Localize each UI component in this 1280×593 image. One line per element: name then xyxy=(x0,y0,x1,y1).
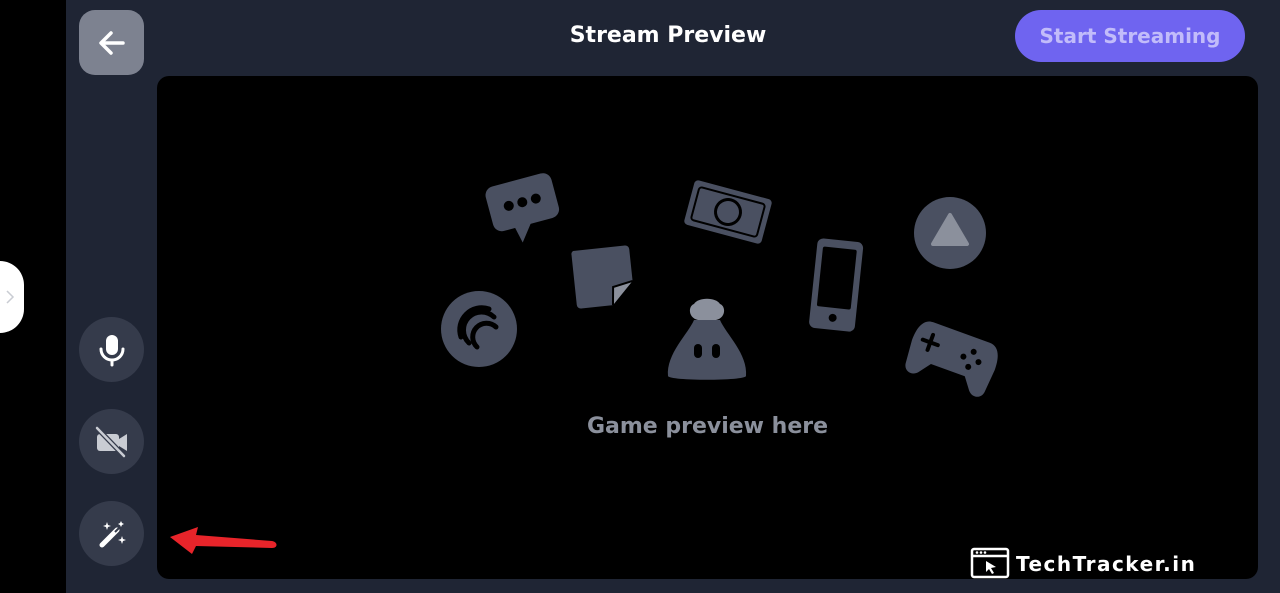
start-streaming-button[interactable]: Start Streaming xyxy=(1015,10,1245,62)
wifi-signal-icon xyxy=(441,291,517,367)
chat-bubble-icon xyxy=(485,173,560,243)
side-panel-handle[interactable] xyxy=(0,261,24,333)
smartphone-icon xyxy=(809,238,864,332)
play-triangle-icon xyxy=(914,197,986,269)
banknote-icon xyxy=(684,180,772,244)
effects-button[interactable] xyxy=(79,501,144,566)
annotation-arrow xyxy=(170,527,277,554)
sticker-icon xyxy=(571,245,633,309)
mascot-icon xyxy=(667,298,747,380)
magic-wand-icon xyxy=(99,520,126,547)
microphone-icon xyxy=(99,334,124,366)
microphone-button[interactable] xyxy=(79,317,144,382)
watermark-text: TechTracker.in xyxy=(1016,552,1197,576)
chevron-right-icon xyxy=(6,290,15,304)
camera-toggle-button[interactable] xyxy=(79,409,144,474)
browser-cursor-icon xyxy=(970,547,1010,579)
camera-off-icon xyxy=(94,425,127,458)
game-controller-icon xyxy=(905,321,998,397)
game-preview-label: Game preview here xyxy=(586,414,829,439)
